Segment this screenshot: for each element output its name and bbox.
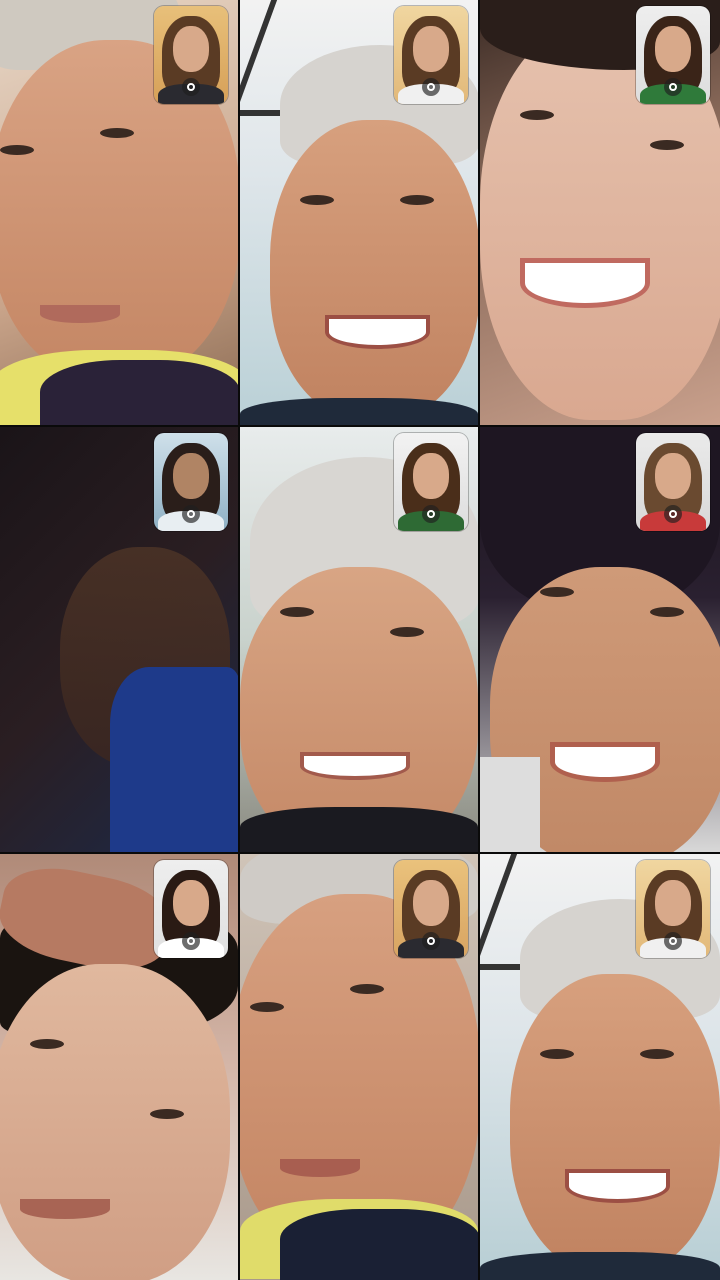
call-tile-8 xyxy=(240,854,478,1280)
face xyxy=(0,964,230,1280)
self-view-pip[interactable] xyxy=(154,6,228,104)
call-tile-7 xyxy=(0,854,238,1280)
self-view-pip[interactable] xyxy=(636,433,710,531)
call-tile-9 xyxy=(480,854,720,1280)
camera-flip-icon[interactable] xyxy=(422,932,440,950)
self-view-pip[interactable] xyxy=(394,860,468,958)
call-tile-5 xyxy=(240,427,478,852)
self-view-pip[interactable] xyxy=(394,6,468,104)
call-tile-3 xyxy=(480,0,720,425)
call-tile-2 xyxy=(240,0,478,425)
video-call-collage xyxy=(0,0,720,1280)
call-tile-6 xyxy=(480,427,720,852)
self-view-pip[interactable] xyxy=(154,860,228,958)
camera-flip-icon[interactable] xyxy=(664,78,682,96)
camera-flip-icon[interactable] xyxy=(664,932,682,950)
face xyxy=(270,120,478,420)
camera-flip-icon[interactable] xyxy=(422,505,440,523)
call-tile-1 xyxy=(0,0,238,425)
self-view-pip[interactable] xyxy=(636,860,710,958)
camera-flip-icon[interactable] xyxy=(182,505,200,523)
camera-flip-icon[interactable] xyxy=(664,505,682,523)
self-view-pip[interactable] xyxy=(154,433,228,531)
camera-flip-icon[interactable] xyxy=(182,78,200,96)
face xyxy=(510,974,720,1274)
call-tile-4 xyxy=(0,427,238,852)
camera-flip-icon[interactable] xyxy=(422,78,440,96)
self-view-pip[interactable] xyxy=(636,6,710,104)
self-view-pip[interactable] xyxy=(394,433,468,531)
camera-flip-icon[interactable] xyxy=(182,932,200,950)
